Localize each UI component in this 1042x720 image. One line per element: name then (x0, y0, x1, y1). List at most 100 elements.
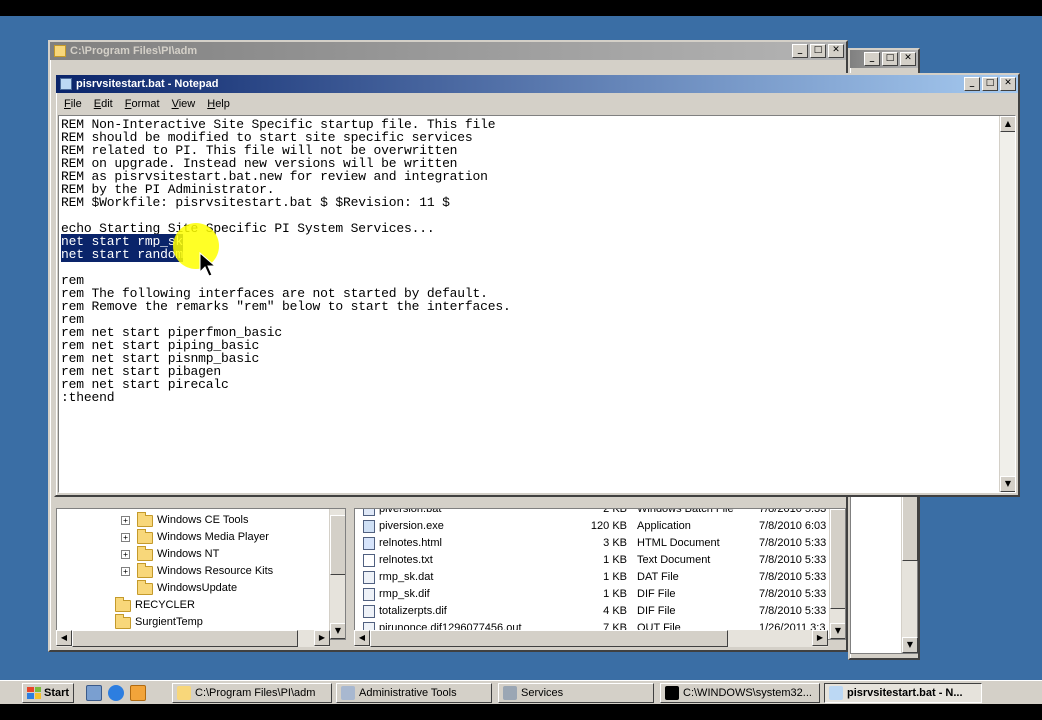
file-name: rmp_sk.dat (379, 571, 434, 583)
file-row[interactable]: piversion.bat 2 KB Windows Batch File 7/8/2… (355, 508, 831, 518)
notepad-icon (829, 686, 843, 700)
show-desktop-icon[interactable] (86, 684, 102, 701)
background-window-titlebar[interactable]: _ □ ✕ (850, 50, 918, 68)
cmd-icon (665, 686, 679, 700)
file-row[interactable]: totalizerpts.dif 4 KB DIF File 7/8/2010 5:3… (355, 603, 831, 620)
file-row[interactable]: rmp_sk.dif 1 KB DIF File 7/8/2010 5:33 (355, 586, 831, 603)
tree-item[interactable]: SurgientTemp (57, 614, 331, 631)
menu-edit[interactable]: Edit (88, 98, 119, 110)
file-name: relnotes.html (379, 537, 442, 549)
tree-item-label: Windows NT (157, 548, 220, 560)
taskbar-button[interactable]: C:\Program Files\PI\adm (172, 683, 332, 703)
minimize-icon[interactable]: _ (792, 44, 808, 58)
close-icon[interactable]: ✕ (1000, 77, 1016, 91)
explorer-titlebar[interactable]: C:\Program Files\PI\adm _ □ ✕ (50, 42, 846, 60)
tree-horizontal-scrollbar[interactable]: ◀ ▶ (56, 630, 330, 647)
file-type: DAT File (637, 571, 679, 583)
file-name: piversion.bat (379, 508, 442, 515)
maximize-icon[interactable]: □ (810, 44, 826, 58)
text-editor[interactable]: REM Non-Interactive Site Specific startu… (58, 115, 1016, 493)
minimize-icon[interactable]: _ (964, 77, 980, 91)
scroll-right-icon[interactable]: ▶ (314, 630, 330, 646)
scroll-down-icon[interactable]: ▼ (330, 623, 345, 639)
tree-item-label: Windows Resource Kits (157, 565, 274, 577)
menu-help[interactable]: Help (201, 98, 236, 110)
close-icon[interactable]: ✕ (828, 44, 844, 58)
tree-vertical-scrollbar[interactable]: ▼ (329, 509, 345, 639)
taskbar-button[interactable]: pisrvsitestart.bat - N... (824, 683, 982, 703)
taskbar-button-label: Administrative Tools (359, 687, 457, 699)
close-icon[interactable]: ✕ (900, 52, 916, 66)
scroll-up-icon[interactable]: ▲ (1000, 116, 1015, 132)
folder-icon (137, 546, 153, 561)
file-list[interactable]: piversion.bat 2 KB Windows Batch File 7/8/2… (354, 508, 846, 640)
file-type: DIF File (637, 605, 676, 617)
folder-icon (137, 580, 153, 595)
taskbar-button[interactable]: C:\WINDOWS\system32... (660, 683, 820, 703)
expand-icon[interactable]: + (121, 516, 130, 525)
expand-icon[interactable]: + (121, 567, 130, 576)
letterbox-bottom (0, 704, 1042, 720)
start-label: Start (44, 686, 70, 699)
desktop: _ □ ✕ ▼ C:\Program Files\PI\adm _ □ ✕ + W… (0, 16, 1042, 680)
tree-item[interactable]: WindowsUpdate (57, 580, 331, 597)
file-row[interactable]: relnotes.html 3 KB HTML Document 7/8/2010 5… (355, 535, 831, 552)
expand-icon[interactable]: + (121, 550, 130, 559)
taskbar-button[interactable]: Administrative Tools (336, 683, 492, 703)
folder-icon (137, 563, 153, 578)
file-type: Text Document (637, 554, 711, 566)
scroll-down-icon[interactable]: ▼ (902, 637, 918, 653)
file-row[interactable]: piversion.exe 120 KB Application 7/8/2010 6… (355, 518, 831, 535)
text-file-icon (363, 554, 375, 567)
notepad-titlebar[interactable]: pisrvsitestart.bat - Notepad _ □ ✕ (56, 75, 1018, 93)
folder-tree[interactable]: + Windows CE Tools + Windows Media Player + W… (56, 508, 346, 640)
file-row[interactable]: relnotes.txt 1 KB Text Document 7/8/2010 5:… (355, 552, 831, 569)
editor-line-text: REM $Workfile: pisrvsitestart.bat $ $Rev… (61, 195, 450, 210)
file-row[interactable]: rmp_sk.dat 1 KB DAT File 7/8/2010 5:33 (355, 569, 831, 586)
outlook-icon[interactable] (130, 684, 146, 701)
scroll-left-icon[interactable]: ◀ (354, 630, 370, 646)
tree-item[interactable]: + Windows CE Tools (57, 512, 331, 529)
mouse-pointer-icon (199, 252, 217, 277)
menu-view[interactable]: View (166, 98, 202, 110)
editor-vertical-scrollbar[interactable]: ▲ ▼ (999, 116, 1015, 492)
file-size: 3 KB (603, 537, 627, 549)
editor-line: REM $Workfile: pisrvsitestart.bat $ $Rev… (61, 196, 511, 209)
editor-line: net start random (61, 247, 511, 262)
scroll-left-icon[interactable]: ◀ (56, 630, 72, 646)
taskbar-button-label: Services (521, 687, 564, 699)
background-window-scrollbar[interactable]: ▼ (901, 491, 918, 653)
folder-icon (137, 529, 153, 544)
internet-explorer-icon[interactable] (108, 684, 124, 701)
scroll-down-icon[interactable]: ▼ (830, 623, 845, 639)
menu-format[interactable]: Format (119, 98, 166, 110)
scroll-down-icon[interactable]: ▼ (1000, 476, 1015, 492)
tree-item-label: WindowsUpdate (157, 582, 238, 594)
maximize-icon[interactable]: □ (882, 52, 898, 66)
editor-line: rem Remove the remarks "rem" below to st… (61, 300, 511, 313)
notepad-window[interactable]: pisrvsitestart.bat - Notepad _ □ ✕ File E… (54, 73, 1020, 497)
start-button[interactable]: Start (22, 682, 74, 703)
taskbar-button[interactable]: Services (498, 683, 654, 703)
background-window-content: ▼ (850, 490, 918, 654)
files-horizontal-scrollbar[interactable]: ◀ ▶ (354, 630, 828, 647)
tree-item[interactable]: + Windows Media Player (57, 529, 331, 546)
dif-file-icon (363, 605, 375, 618)
menu-file[interactable]: File (58, 98, 88, 110)
tree-item-label: Windows CE Tools (157, 514, 249, 526)
files-vertical-scrollbar[interactable]: ▼ (829, 509, 845, 639)
file-type: Application (637, 520, 691, 532)
bat-icon (363, 509, 375, 516)
exe-icon (363, 520, 375, 533)
editor-line-text: rem Remove the remarks "rem" below to st… (61, 299, 511, 314)
tree-item[interactable]: RECYCLER (57, 597, 331, 614)
file-size: 1 KB (603, 571, 627, 583)
tree-item[interactable]: + Windows NT (57, 546, 331, 563)
tree-item[interactable]: + Windows Resource Kits (57, 563, 331, 580)
minimize-icon[interactable]: _ (864, 52, 880, 66)
expand-icon[interactable]: + (121, 533, 130, 542)
scroll-right-icon[interactable]: ▶ (812, 630, 828, 646)
file-type: DIF File (637, 588, 676, 600)
editor-text[interactable]: REM Non-Interactive Site Specific startu… (61, 118, 511, 404)
maximize-icon[interactable]: □ (982, 77, 998, 91)
